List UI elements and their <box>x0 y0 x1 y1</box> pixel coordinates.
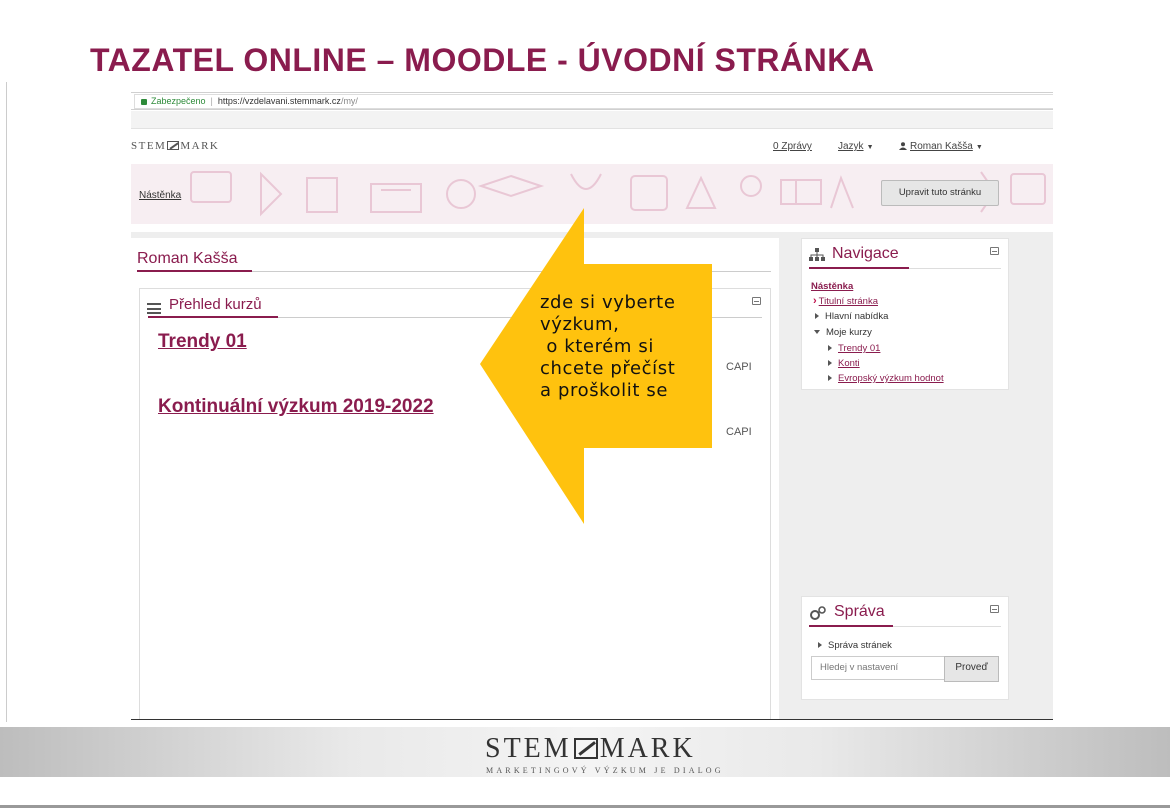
footer-logo: STEM MARK <box>485 733 696 765</box>
block-accent <box>809 267 909 269</box>
course-link-trendy[interactable]: Trendy 01 <box>158 331 247 353</box>
navigation-title: Navigace <box>832 245 899 262</box>
secure-label: Zabezpečeno <box>151 96 206 106</box>
nav-home-label: Titulní stránka <box>818 296 878 307</box>
nav-main-menu[interactable]: Hlavní nabídka <box>815 311 888 322</box>
footer-logo-right: MARK <box>599 733 696 764</box>
nav-my-courses[interactable]: Moje kurzy <box>814 327 872 338</box>
nav-course-item[interactable]: Konti <box>828 358 860 369</box>
expand-icon <box>828 360 832 366</box>
nav-course-label: Evropský výzkum hodnot <box>838 373 944 384</box>
nav-course-item[interactable]: Evropský výzkum hodnot <box>828 373 944 384</box>
chevron-down-icon: ▼ <box>866 144 874 151</box>
collapse-icon[interactable] <box>990 605 999 613</box>
administration-title: Správa <box>834 603 885 620</box>
nav-dashboard[interactable]: Nástěnka <box>811 281 853 292</box>
chevron-down-icon: ▼ <box>975 144 983 151</box>
block-title: Přehled kurzů <box>169 296 262 313</box>
user-icon <box>899 142 907 150</box>
user-name: Roman Kašša <box>910 141 973 152</box>
search-button[interactable]: Proveď <box>944 656 999 682</box>
site-navbar: STEM MARK 0 Zprávy Jazyk ▼ Roman Kašša ▼ <box>131 130 1053 164</box>
url-host: https://vzdelavani.stemmark.cz <box>217 96 341 106</box>
nav-my-courses-label: Moje kurzy <box>826 327 872 338</box>
course-tag: CAPI <box>726 361 752 373</box>
logo-mark-icon <box>167 141 180 150</box>
collapse-icon[interactable] <box>990 247 999 255</box>
current-marker-icon: › <box>813 295 817 307</box>
collapse-icon[interactable] <box>752 297 761 305</box>
nav-course-label: Konti <box>838 358 860 369</box>
logo-text-left: STEM <box>131 140 167 152</box>
nav-site-admin[interactable]: Správa stránek <box>818 640 892 651</box>
expand-icon <box>828 345 832 351</box>
site-logo[interactable]: STEM MARK <box>131 140 219 152</box>
menu-icon[interactable] <box>147 303 161 314</box>
nav-home[interactable]: › Titulní stránka <box>813 295 878 307</box>
page-title: Roman Kašša <box>137 250 238 267</box>
gears-icon <box>810 606 826 620</box>
address-field[interactable]: Zabezpečeno | https://vzdelavani.stemmark.… <box>134 94 1053 109</box>
footer-logo-left: STEM <box>485 733 572 764</box>
administration-block: Správa Správa stránek Hledej v nastavení… <box>801 596 1009 700</box>
callout-text: zde si vyberte výzkum, o kterém si chcet… <box>540 292 676 401</box>
collapse-arrow-icon <box>814 330 820 334</box>
block-accent <box>148 316 278 318</box>
settings-search-input[interactable]: Hledej v nastavení <box>811 656 945 680</box>
lock-icon <box>141 98 147 105</box>
nav-course-label: Trendy 01 <box>838 343 881 354</box>
title-accent <box>137 270 252 272</box>
edit-page-button[interactable]: Upravit tuto stránku <box>881 180 999 206</box>
bottom-rule <box>0 805 1170 808</box>
user-menu[interactable]: Roman Kašša ▼ <box>899 141 983 152</box>
block-accent <box>809 625 893 627</box>
messages-link[interactable]: 0 Zprávy <box>773 141 812 152</box>
slide-title: TAZATEL ONLINE – MOODLE - ÚVODNÍ STRÁNKA <box>90 42 875 78</box>
footer-tagline: MARKETINGOVÝ VÝZKUM JE DIALOG <box>486 766 724 775</box>
language-menu[interactable]: Jazyk ▼ <box>838 141 874 152</box>
language-label: Jazyk <box>838 141 864 152</box>
browser-toolbar <box>131 111 1053 129</box>
expand-icon <box>815 313 819 319</box>
nav-site-admin-label: Správa stránek <box>828 640 892 651</box>
url-path: /my/ <box>340 96 358 106</box>
nav-main-menu-label: Hlavní nabídka <box>825 311 889 322</box>
expand-icon <box>818 642 822 648</box>
sitemap-icon <box>809 248 825 261</box>
course-link-kontinualni[interactable]: Kontinuální výzkum 2019-2022 <box>158 396 434 418</box>
expand-icon <box>828 375 832 381</box>
left-divider <box>6 82 7 722</box>
navigation-block: Navigace Nástěnka › Titulní stránka Hlavn… <box>801 238 1009 390</box>
browser-address-bar[interactable]: Zabezpečeno | https://vzdelavani.stemmark.… <box>131 92 1053 110</box>
logo-text-right: MARK <box>180 140 220 152</box>
logo-mark-icon <box>573 738 598 759</box>
breadcrumb-dashboard[interactable]: Nástěnka <box>139 190 182 201</box>
address-separator: | <box>210 96 213 106</box>
course-tag: CAPI <box>726 426 752 438</box>
nav-course-item[interactable]: Trendy 01 <box>828 343 880 354</box>
